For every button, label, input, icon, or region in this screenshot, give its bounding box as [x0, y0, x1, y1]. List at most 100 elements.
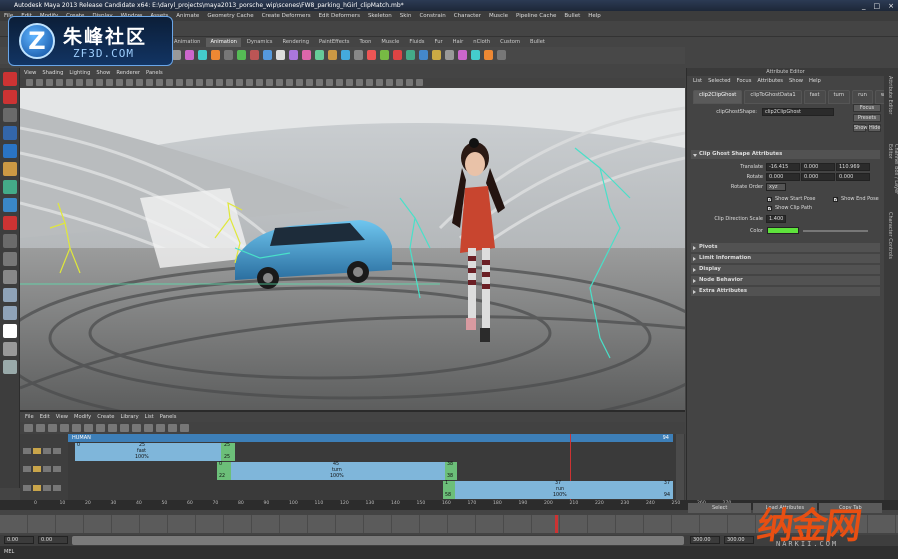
- tool-icon[interactable]: [3, 72, 17, 86]
- shelf-tool-icon[interactable]: [250, 50, 259, 60]
- track-control-icon[interactable]: [23, 466, 31, 472]
- viewport-tool-icon[interactable]: [116, 79, 123, 86]
- shelf-tool-icon[interactable]: [471, 50, 480, 60]
- section-display[interactable]: Display: [691, 265, 880, 274]
- shelf-tool-icon[interactable]: [328, 50, 337, 60]
- viewport-tool-icon[interactable]: [146, 79, 153, 86]
- shelf-tab-bullet[interactable]: Bullet: [526, 38, 549, 47]
- viewport-tool-icon[interactable]: [206, 79, 213, 86]
- shelf-tool-icon[interactable]: [172, 50, 181, 60]
- shelf-tab-painteffects[interactable]: PaintEffects: [315, 38, 353, 47]
- attr-bottom-select-button[interactable]: Select: [688, 503, 752, 513]
- viewport-tool-icon[interactable]: [36, 79, 43, 86]
- viewport-tool-icon[interactable]: [46, 79, 53, 86]
- viewport-tool-icon[interactable]: [256, 79, 263, 86]
- rotate-order-select[interactable]: xyz: [766, 183, 786, 191]
- shelf-tool-icon[interactable]: [393, 50, 402, 60]
- viewport-tool-icon[interactable]: [406, 79, 413, 86]
- presets-button[interactable]: Presets: [853, 114, 881, 122]
- section-node-behavior[interactable]: Node Behavior: [691, 276, 880, 285]
- shelf-tool-icon[interactable]: [445, 50, 454, 60]
- clip-direction-scale-field[interactable]: 1.400: [766, 215, 786, 223]
- track-control-icon[interactable]: [53, 485, 61, 491]
- translate-x[interactable]: -16.415: [766, 163, 800, 171]
- clip-turn-blend-out[interactable]: 38 38: [445, 462, 457, 480]
- viewport-tool-icon[interactable]: [366, 79, 373, 86]
- menu-geometry-cache[interactable]: Geometry Cache: [207, 11, 253, 21]
- tool-icon[interactable]: [3, 198, 17, 212]
- attr-tab-2[interactable]: fast: [803, 90, 826, 104]
- shelf-tool-icon[interactable]: [419, 50, 428, 60]
- attr-menu-show[interactable]: Show: [789, 76, 803, 86]
- viewport-tool-icon[interactable]: [246, 79, 253, 86]
- viewport-3d[interactable]: [20, 88, 685, 410]
- character-track[interactable]: HUMAN 94: [68, 434, 673, 442]
- tool-icon[interactable]: [3, 144, 17, 158]
- attr-menu-attributes[interactable]: Attributes: [757, 76, 783, 86]
- shelf-tool-icon[interactable]: [237, 50, 246, 60]
- shelf-tab-fur[interactable]: Fur: [431, 38, 447, 47]
- shelf-tool-icon[interactable]: [497, 50, 506, 60]
- rotate-z[interactable]: 0.000: [836, 173, 870, 181]
- menu-animate[interactable]: Animate: [176, 11, 199, 21]
- trax-tool-icon[interactable]: [96, 424, 105, 432]
- shelf-tool-icon[interactable]: [484, 50, 493, 60]
- viewport-tool-icon[interactable]: [386, 79, 393, 86]
- tool-icon[interactable]: [3, 360, 17, 374]
- viewport-tool-icon[interactable]: [86, 79, 93, 86]
- section-pivots[interactable]: Pivots: [691, 243, 880, 252]
- clip-run-blend[interactable]: 1 58: [443, 481, 455, 499]
- track-control-icon[interactable]: [53, 448, 61, 454]
- trax-tool-icon[interactable]: [108, 424, 117, 432]
- attr-menu-list[interactable]: List: [693, 76, 702, 86]
- clip-fast-blend[interactable]: 25 25: [221, 443, 235, 461]
- shelf-tool-icon[interactable]: [458, 50, 467, 60]
- range-end-field[interactable]: 300.00: [690, 536, 720, 544]
- side-tab-2[interactable]: Character Controls: [887, 212, 893, 272]
- shelf-tool-icon[interactable]: [406, 50, 415, 60]
- viewport-tool-icon[interactable]: [286, 79, 293, 86]
- viewport-tool-icon[interactable]: [416, 79, 423, 86]
- section-clip-ghost[interactable]: Clip Ghost Shape Attributes: [691, 150, 880, 159]
- trax-menu-create[interactable]: Create: [97, 412, 114, 422]
- menu-edit-deformers[interactable]: Edit Deformers: [319, 11, 360, 21]
- viewport-tool-icon[interactable]: [196, 79, 203, 86]
- shelf-tab-custom[interactable]: Custom: [496, 38, 524, 47]
- shelf-tool-icon[interactable]: [276, 50, 285, 60]
- track-control-icon[interactable]: [43, 466, 51, 472]
- attr-tab-0[interactable]: clip2ClipGhost: [693, 90, 743, 104]
- trax-menu-modify[interactable]: Modify: [74, 412, 91, 422]
- tool-icon[interactable]: [3, 216, 17, 230]
- clip-turn-blend-in[interactable]: 0 22: [217, 462, 231, 480]
- trax-tool-icon[interactable]: [84, 424, 93, 432]
- shelf-tool-icon[interactable]: [289, 50, 298, 60]
- attr-tab-1[interactable]: clipToGhostData1: [744, 90, 802, 104]
- trax-menu-library[interactable]: Library: [121, 412, 139, 422]
- trax-tool-icon[interactable]: [180, 424, 189, 432]
- shelf-tab-animation[interactable]: Animation: [170, 38, 204, 47]
- viewport-tool-icon[interactable]: [306, 79, 313, 86]
- viewport-tool-icon[interactable]: [106, 79, 113, 86]
- tool-icon[interactable]: [3, 234, 17, 248]
- end-time-field[interactable]: 300.00: [724, 536, 754, 544]
- shelf-tool-icon[interactable]: [185, 50, 194, 60]
- track-control-icon[interactable]: [33, 466, 41, 472]
- tool-icon[interactable]: [3, 342, 17, 356]
- viewport-tool-icon[interactable]: [56, 79, 63, 86]
- viewport-tool-icon[interactable]: [326, 79, 333, 86]
- viewport-tool-icon[interactable]: [376, 79, 383, 86]
- tool-icon[interactable]: [3, 126, 17, 140]
- menu-skin[interactable]: Skin: [400, 11, 412, 21]
- tool-icon[interactable]: [3, 108, 17, 122]
- shelf-tool-icon[interactable]: [315, 50, 324, 60]
- attr-tab-3[interactable]: turn: [827, 90, 851, 104]
- show-clip-path-checkbox[interactable]: ✓: [767, 206, 772, 212]
- trax-tool-icon[interactable]: [168, 424, 177, 432]
- tool-icon[interactable]: [3, 288, 17, 302]
- trax-tool-icon[interactable]: [24, 424, 33, 432]
- shelf-tab-dynamics[interactable]: Dynamics: [243, 38, 277, 47]
- viewport-menu-show[interactable]: Show: [96, 68, 110, 78]
- side-tab-0[interactable]: Attribute Editor: [887, 76, 893, 136]
- viewport-menu-renderer[interactable]: Renderer: [116, 68, 140, 78]
- viewport-tool-icon[interactable]: [226, 79, 233, 86]
